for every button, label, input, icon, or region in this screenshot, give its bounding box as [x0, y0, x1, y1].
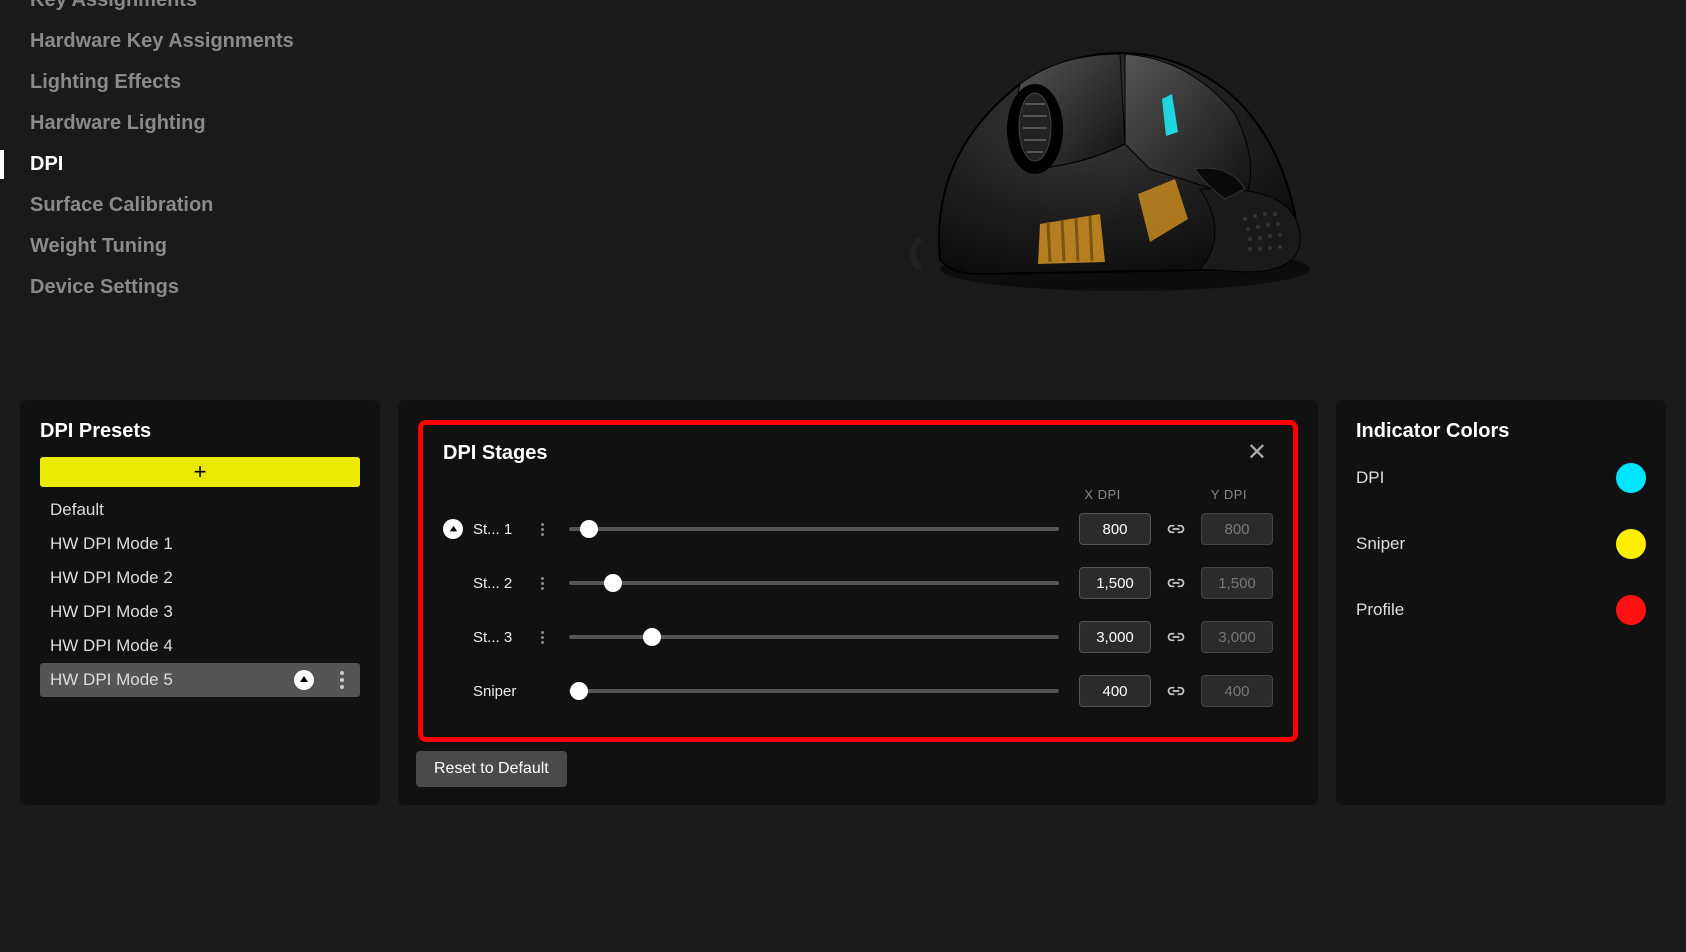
preset-label: HW DPI Mode 3: [50, 602, 173, 622]
nav-lighting-effects[interactable]: Lighting Effects: [0, 62, 400, 103]
indicator-label: Sniper: [1356, 534, 1405, 554]
preset-item[interactable]: HW DPI Mode 1: [40, 527, 360, 561]
link-icon[interactable]: [1165, 518, 1187, 540]
x-dpi-header: X DPI: [1084, 487, 1120, 502]
stage-label: St... 1: [473, 521, 525, 538]
x-dpi-input[interactable]: [1079, 567, 1151, 599]
dpi-slider[interactable]: [569, 573, 1059, 593]
dpi-stage-row: St... 1: [443, 512, 1273, 546]
y-dpi-input[interactable]: [1201, 567, 1273, 599]
nav-weight-tuning[interactable]: Weight Tuning: [0, 226, 400, 267]
link-icon[interactable]: [1165, 680, 1187, 702]
y-dpi-input[interactable]: [1201, 675, 1273, 707]
preset-item[interactable]: Default: [40, 493, 360, 527]
dpi-slider[interactable]: [569, 627, 1059, 647]
preset-item[interactable]: HW DPI Mode 4: [40, 629, 360, 663]
stage-indicator-icon: [443, 681, 463, 701]
dpi-presets-panel: DPI Presets + Default HW DPI Mode 1 HW D…: [20, 400, 380, 805]
preset-item[interactable]: HW DPI Mode 5: [40, 663, 360, 697]
kebab-icon[interactable]: [535, 519, 549, 540]
indicator-colors-panel: Indicator Colors DPI Sniper Profile: [1336, 400, 1666, 805]
x-dpi-input[interactable]: [1079, 675, 1151, 707]
stage-indicator-icon: [443, 627, 463, 647]
sniper-color-swatch[interactable]: [1616, 529, 1646, 559]
kebab-icon[interactable]: [336, 667, 348, 693]
active-preset-icon: [294, 670, 314, 690]
nav-dpi[interactable]: DPI: [0, 144, 400, 185]
dpi-stage-row: Sniper: [443, 674, 1273, 708]
device-image: [900, 24, 1320, 304]
dpi-stages-title: DPI Stages: [443, 442, 547, 465]
preset-label: HW DPI Mode 2: [50, 568, 173, 588]
nav-device-settings[interactable]: Device Settings: [0, 267, 400, 308]
add-preset-button[interactable]: +: [40, 457, 360, 487]
link-icon[interactable]: [1165, 572, 1187, 594]
preset-list: Default HW DPI Mode 1 HW DPI Mode 2 HW D…: [40, 493, 360, 697]
preset-item[interactable]: HW DPI Mode 2: [40, 561, 360, 595]
preset-label: Default: [50, 500, 104, 520]
stage-label: Sniper: [473, 683, 525, 700]
profile-color-swatch[interactable]: [1616, 595, 1646, 625]
close-icon[interactable]: ✕: [1241, 439, 1273, 467]
y-dpi-input[interactable]: [1201, 621, 1273, 653]
stage-label: St... 2: [473, 575, 525, 592]
nav-surface-calibration[interactable]: Surface Calibration: [0, 185, 400, 226]
dpi-slider[interactable]: [569, 681, 1059, 701]
link-icon[interactable]: [1165, 626, 1187, 648]
indicator-label: DPI: [1356, 468, 1384, 488]
y-dpi-input[interactable]: [1201, 513, 1273, 545]
kebab-icon[interactable]: [535, 627, 549, 648]
dpi-column-headers: X DPI Y DPI: [443, 487, 1273, 502]
active-stage-icon: [443, 519, 463, 539]
dpi-stage-row: St... 3: [443, 620, 1273, 654]
dpi-presets-title: DPI Presets: [40, 420, 360, 443]
indicator-row: Sniper: [1356, 529, 1646, 559]
kebab-icon[interactable]: [535, 573, 549, 594]
stage-label: St... 3: [473, 629, 525, 646]
dpi-stage-row: St... 2: [443, 566, 1273, 600]
nav-hardware-lighting[interactable]: Hardware Lighting: [0, 103, 400, 144]
x-dpi-input[interactable]: [1079, 513, 1151, 545]
y-dpi-header: Y DPI: [1211, 487, 1247, 502]
dpi-slider[interactable]: [569, 519, 1059, 539]
preset-item[interactable]: HW DPI Mode 3: [40, 595, 360, 629]
stage-indicator-icon: [443, 573, 463, 593]
indicator-row: DPI: [1356, 463, 1646, 493]
indicator-row: Profile: [1356, 595, 1646, 625]
nav-hardware-key-assignments[interactable]: Hardware Key Assignments: [0, 21, 400, 62]
preset-label: HW DPI Mode 5: [50, 670, 173, 690]
preset-label: HW DPI Mode 4: [50, 636, 173, 656]
nav-key-assignments[interactable]: Key Assignments: [0, 0, 400, 21]
preset-label: HW DPI Mode 1: [50, 534, 173, 554]
indicator-label: Profile: [1356, 600, 1404, 620]
x-dpi-input[interactable]: [1079, 621, 1151, 653]
dpi-stages-panel: DPI Stages ✕ X DPI Y DPI St... 1: [398, 400, 1318, 805]
indicator-colors-title: Indicator Colors: [1356, 420, 1646, 443]
reset-to-default-button[interactable]: Reset to Default: [416, 751, 567, 787]
settings-nav: Key Assignments Hardware Key Assignments…: [0, 0, 400, 308]
dpi-color-swatch[interactable]: [1616, 463, 1646, 493]
plus-icon: +: [194, 459, 207, 485]
